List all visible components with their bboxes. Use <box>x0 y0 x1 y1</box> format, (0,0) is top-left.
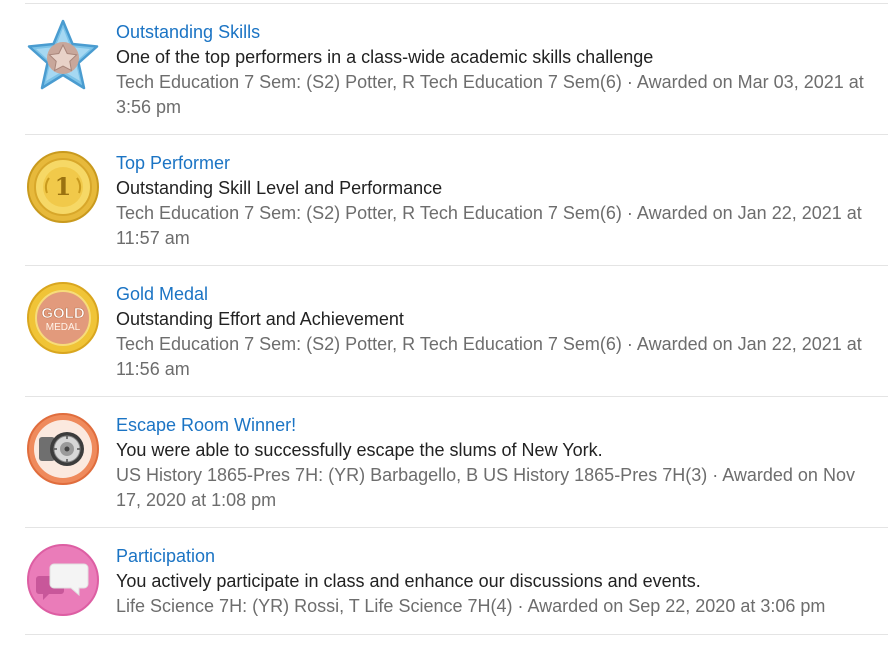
badge-award-info: US History 1865-Pres 7H: (YR) Barbagello… <box>116 465 855 510</box>
first-place-medal-icon: 1 <box>25 149 101 225</box>
badge-item: Escape Room Winner! You were able to suc… <box>25 397 888 528</box>
badge-award-info: Tech Education 7 Sem: (S2) Potter, R Tec… <box>116 72 864 117</box>
badge-award-info: Tech Education 7 Sem: (S2) Potter, R Tec… <box>116 203 862 248</box>
combination-lock-icon <box>25 411 101 487</box>
badge-award-info: Life Science 7H: (YR) Rossi, T Life Scie… <box>116 596 826 616</box>
gold-medal-icon: GOLD MEDAL <box>25 280 101 356</box>
badge-item: 1 Top Performer Outstanding Skill Level … <box>25 135 888 266</box>
badge-title-link[interactable]: Top Performer <box>116 151 230 176</box>
badge-item: Participation You actively participate i… <box>25 528 888 635</box>
badge-item: Outstanding Skills One of the top perfor… <box>25 4 888 135</box>
badge-list: Outstanding Skills One of the top perfor… <box>25 3 888 635</box>
star-badge-icon <box>25 18 101 94</box>
badge-item: GOLD MEDAL Gold Medal Outstanding Effort… <box>25 266 888 397</box>
badge-description: One of the top performers in a class-wid… <box>116 47 654 67</box>
badge-description: You actively participate in class and en… <box>116 571 701 591</box>
badge-description: You were able to successfully escape the… <box>116 440 603 460</box>
badge-title-link[interactable]: Escape Room Winner! <box>116 413 296 438</box>
medal-word-medal: MEDAL <box>46 322 81 333</box>
badge-description: Outstanding Skill Level and Performance <box>116 178 443 198</box>
badge-award-info: Tech Education 7 Sem: (S2) Potter, R Tec… <box>116 334 862 379</box>
medal-word-gold: GOLD <box>41 305 84 322</box>
badge-title-link[interactable]: Gold Medal <box>116 282 208 307</box>
badge-description: Outstanding Effort and Achievement <box>116 309 404 329</box>
medal-number: 1 <box>55 172 72 201</box>
badge-title-link[interactable]: Participation <box>116 544 215 569</box>
badge-title-link[interactable]: Outstanding Skills <box>116 20 260 45</box>
chat-bubbles-icon <box>25 542 101 618</box>
